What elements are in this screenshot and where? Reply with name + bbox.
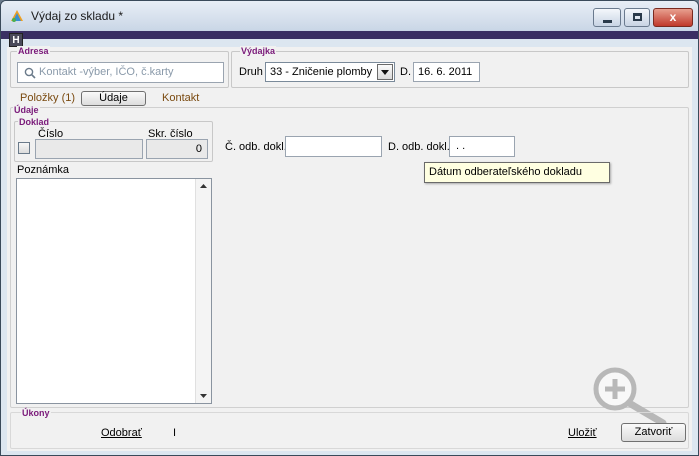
druh-dropdown-button[interactable] [377,64,393,80]
tooltip-text: Dátum odberateľského dokladu [429,166,583,178]
doklad-group-title: Doklad [18,117,51,127]
date-input[interactable]: 16. 6. 2011 [413,62,480,82]
address-group: Adresa Kontakt -výber, IČO, č.karty [10,46,229,88]
date-value: 16. 6. 2011 [418,66,473,78]
d-odb-dokl-label: D. odb. dokl. [388,141,450,153]
close-button[interactable]: x [653,8,693,27]
druh-select[interactable]: 33 - Zničenie plomby [265,62,395,82]
poznamka-scrollbar[interactable] [195,179,211,403]
dialog-window: Výdaj zo skladu * x H Adresa Kontakt -vý… [0,0,699,456]
scroll-down-icon[interactable] [200,394,207,398]
udaje-panel: Údaje Doklad Číslo Skr. číslo 0 Č. odb. … [10,105,689,408]
maximize-button[interactable] [624,8,650,27]
minimize-button[interactable] [593,8,621,27]
doklad-checkbox[interactable] [18,142,30,154]
tab-kontakt[interactable]: Kontakt [162,92,199,104]
address-group-title: Adresa [17,46,50,56]
c-odb-dokl-input[interactable] [285,136,382,157]
ukony-group: Úkony Odobrať I Uložiť Zatvoriť [10,408,689,449]
client-area: Adresa Kontakt -výber, IČO, č.karty Výda… [7,46,692,451]
title-bar[interactable]: Výdaj zo skladu * x [1,1,698,31]
vydajka-group-title: Výdajka [240,46,277,56]
window-title: Výdaj zo skladu * [31,9,124,23]
poznamka-textarea[interactable] [16,178,212,404]
druh-label: Druh [239,66,263,78]
save-button[interactable]: Uložiť [568,427,597,439]
udaje-section-title: Údaje [13,105,40,115]
doklad-group: Doklad Číslo Skr. číslo 0 [14,117,213,162]
c-odb-dokl-label: Č. odb. dokl. [225,141,287,153]
maximize-icon [633,13,642,21]
cislo-field [35,139,143,159]
close-dialog-button[interactable]: Zatvoriť [621,423,686,442]
app-logo-icon [11,10,23,22]
chevron-down-icon [381,70,389,75]
d-odb-dokl-input[interactable]: . . [449,136,515,157]
skr-cislo-value: 0 [195,143,202,155]
toolbar-strip [1,31,698,39]
close-icon: x [669,10,677,24]
separator: I [173,427,177,439]
ukony-group-title: Úkony [21,408,51,418]
odobrat-button[interactable]: Odobrať [101,427,142,439]
close-dialog-label: Zatvoriť [634,426,673,438]
tooltip: Dátum odberateľského dokladu [424,162,610,183]
date-label: D. [400,66,411,78]
contact-search-placeholder: Kontakt -výber, IČO, č.karty [39,66,174,78]
tab-udaje-label: Údaje [99,92,128,104]
minimize-icon [603,20,612,23]
poznamka-label: Poznámka [17,164,69,176]
d-odb-dokl-value: . . [456,140,466,152]
tab-polozky[interactable]: Položky (1) [20,92,75,104]
vydajka-group: Výdajka Druh 33 - Zničenie plomby D. 16.… [231,46,689,88]
skr-cislo-field: 0 [146,139,208,159]
druh-select-value: 33 - Zničenie plomby [270,66,373,78]
contact-search-input[interactable]: Kontakt -výber, IČO, č.karty [17,62,224,83]
scroll-up-icon[interactable] [200,184,207,188]
search-icon [24,67,36,79]
tab-udaje[interactable]: Údaje [81,91,146,106]
h-button[interactable]: H [9,33,23,47]
